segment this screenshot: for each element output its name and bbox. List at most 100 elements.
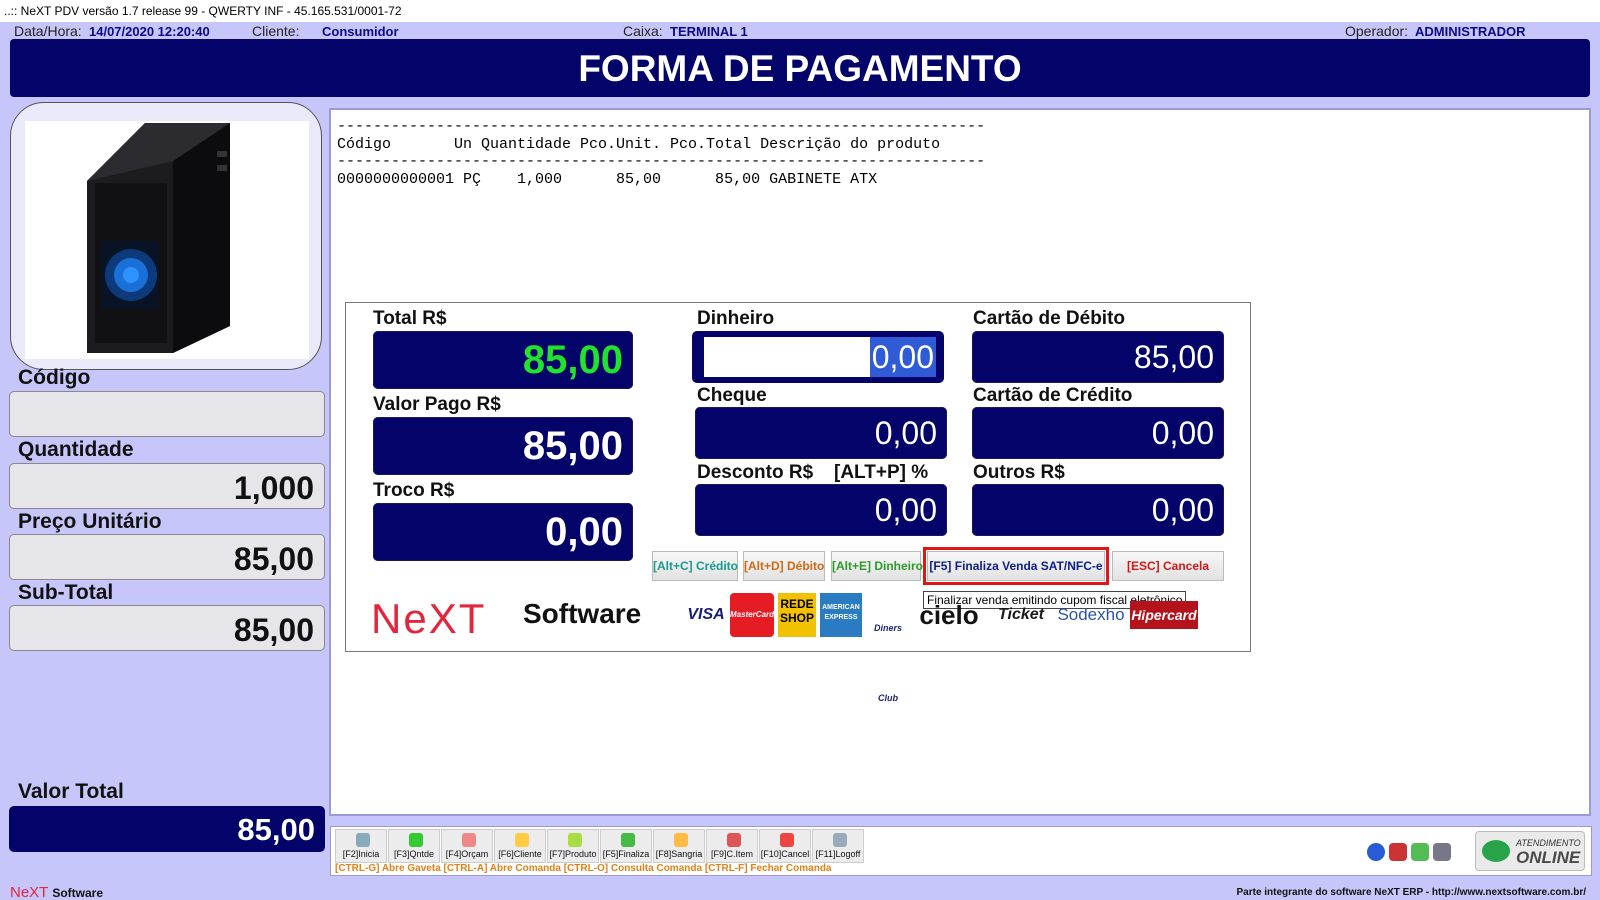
mastercard-logo: MasterCard (730, 593, 774, 637)
hipercard-logo: Hipercard (1130, 601, 1198, 629)
dollar-icon (621, 833, 635, 847)
f7-produto-button[interactable]: [F7]Produto (547, 829, 599, 863)
caixa-label: Caixa: (623, 23, 663, 39)
page-title: FORMA DE PAGAMENTO (10, 39, 1590, 97)
debito-label: Cartão de Débito (973, 308, 1126, 329)
toolbar-label: [F8]Sangria (655, 849, 703, 859)
outros-label: Outros R$ (973, 462, 1065, 483)
footer-text: Parte integrante do software NeXT ERP - … (1236, 887, 1586, 898)
codigo-field[interactable] (9, 391, 325, 437)
left-panel: Código Quantidade 1,000 Preço Unitário 8… (0, 100, 330, 900)
toolbar-label: [F10]Cancel (760, 849, 810, 859)
f5-finaliza-button[interactable]: [F5]Finaliza (600, 829, 652, 863)
f8-sangria-button[interactable]: [F8]Sangria (653, 829, 705, 863)
caixa-value: TERMINAL 1 (670, 24, 748, 39)
ticket-logo: Ticket (998, 606, 1044, 623)
toolbar-label: [F6]Cliente (498, 849, 542, 859)
troco-label: Troco R$ (373, 480, 455, 501)
quantidade-label: Quantidade (18, 438, 134, 461)
cheque-label: Cheque (697, 385, 767, 406)
info-bar: Data/Hora: 14/07/2020 12:20:40 Cliente: … (0, 22, 1600, 39)
receipt-header: Código Un Quantidade Pco.Unit. Pco.Total… (337, 135, 941, 153)
subtotal-label: Sub-Total (18, 581, 114, 604)
credito-label: Cartão de Crédito (973, 385, 1133, 406)
keyboard-shortcuts: [CTRL-G] Abre Gaveta [CTRL-A] Abre Coman… (335, 863, 832, 874)
window-title: ..:: NeXT PDV versão 1.7 release 99 - QW… (0, 0, 1600, 22)
computer-icon[interactable] (1433, 843, 1451, 861)
logoff-icon (833, 833, 847, 847)
credito-button[interactable]: [Alt+C] Crédito (652, 551, 738, 581)
cancela-button[interactable]: [ESC] Cancela (1112, 551, 1224, 581)
troco-value: 0,00 (373, 503, 633, 561)
atendimento-online-button[interactable]: ATENDIMENTO ONLINE (1475, 831, 1585, 871)
debito-input[interactable]: 85,00 (972, 331, 1224, 383)
pc-case-icon (87, 123, 230, 353)
outros-input[interactable]: 0,00 (972, 484, 1224, 536)
plus-icon (409, 833, 423, 847)
product-image (10, 102, 322, 370)
payment-dialog: Total R$ 85,00 Valor Pago R$ 85,00 Troco… (345, 302, 1251, 703)
finaliza-venda-button[interactable]: [F5] Finaliza Venda SAT/NFC-e (923, 547, 1109, 585)
cielo-logo: cielo (919, 600, 979, 630)
toolbar-label: [F2]Inicia (342, 849, 380, 859)
preco-unitario-field: 85,00 (9, 534, 325, 580)
f4-orcam-button[interactable]: [F4]Orçam (441, 829, 493, 863)
dinheiro-value[interactable]: 0,00 (869, 337, 936, 377)
toolbar-label: [F11]Logoff (815, 849, 861, 859)
dinheiro-button[interactable]: [Alt+E] Dinheiro (831, 551, 923, 581)
cheque-input[interactable]: 0,00 (695, 407, 947, 459)
f6-cliente-button[interactable]: [F6]Cliente (494, 829, 546, 863)
total-value: 85,00 (373, 331, 633, 389)
codigo-label: Código (18, 366, 91, 389)
next-software-text: Software (523, 598, 642, 629)
receipt-separator: ----------------------------------------… (337, 153, 986, 170)
budget-icon (462, 833, 476, 847)
f9-citem-button[interactable]: [F9]C.Item (706, 829, 758, 863)
store-icon[interactable] (1389, 843, 1407, 861)
f3-qntde-button[interactable]: [F3]Qntde (388, 829, 440, 863)
cliente-label: Cliente: (252, 23, 300, 39)
diners-logo: Diners Club (873, 623, 902, 703)
sync-icon[interactable] (1411, 843, 1429, 861)
toolbar-label: [F5]Finaliza (602, 849, 650, 859)
desconto-percent-shortcut: [ALT+P] % (834, 462, 929, 483)
toolbar-label: [F7]Produto (549, 849, 597, 859)
credito-input[interactable]: 0,00 (972, 407, 1224, 459)
cash-icon (674, 833, 688, 847)
redeshop-logo: REDE SHOP (778, 593, 816, 637)
datahora-label: Data/Hora: (14, 23, 82, 39)
total-label: Total R$ (373, 308, 447, 329)
valor-total-label: Valor Total (18, 780, 124, 803)
next-logo: NeXT (371, 595, 487, 642)
visa-logo: VISA (687, 606, 725, 623)
preco-unitario-label: Preço Unitário (18, 510, 162, 533)
toolbar-label: [F4]Orçam (445, 849, 489, 859)
toolbar-label: [F9]C.Item (710, 849, 753, 859)
dinheiro-label: Dinheiro (697, 308, 775, 329)
client-icon (515, 833, 529, 847)
amex-logo: AMERICAN EXPRESS (820, 593, 862, 637)
f10-cancel-button[interactable]: [F10]Cancel (759, 829, 811, 863)
desconto-label: Desconto R$ (697, 462, 814, 483)
valor-pago-label: Valor Pago R$ (373, 394, 501, 415)
footer-logo-software: Software (52, 886, 104, 900)
dinheiro-input[interactable]: 0,00 (704, 337, 936, 377)
cancel-icon (780, 833, 794, 847)
subtotal-field: 85,00 (9, 605, 325, 651)
f11-logoff-button[interactable]: [F11]Logoff (812, 829, 864, 863)
dinheiro-input-frame[interactable]: 0,00 (692, 331, 944, 383)
debito-button[interactable]: [Alt+D] Débito (743, 551, 825, 581)
toolbar-label: [F3]Qntde (393, 849, 435, 859)
valor-pago-value: 85,00 (373, 417, 633, 475)
function-toolbar: [F2]Inicia [F3]Qntde [F4]Orçam [F6]Clien… (330, 826, 1592, 876)
receipt-text: ----------------------------------------… (337, 118, 985, 188)
footer-logo: NeXT Software (10, 884, 103, 900)
datahora-value: 14/07/2020 12:20:40 (89, 24, 210, 39)
help-icon[interactable] (1367, 843, 1385, 861)
quantidade-field: 1,000 (9, 463, 325, 509)
desconto-input[interactable]: 0,00 (695, 484, 947, 536)
operador-label: Operador: (1345, 23, 1409, 39)
f2-inicia-button[interactable]: [F2]Inicia (335, 829, 387, 863)
valor-total-field: 85,00 (9, 806, 325, 852)
online-label: ONLINE (1516, 848, 1581, 867)
